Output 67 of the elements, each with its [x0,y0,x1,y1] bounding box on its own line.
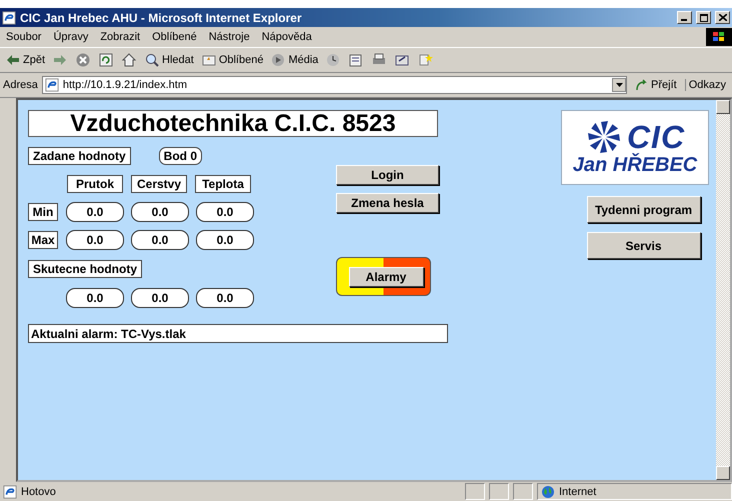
company-logo: CIC Jan HŘEBEC [561,110,709,185]
home-icon [121,52,138,68]
action-button[interactable]: Login [336,165,439,185]
alarms-button[interactable]: Alarmy [348,266,424,286]
menu-item[interactable]: Soubor [0,31,48,43]
value-field[interactable]: 0.0 [66,202,124,222]
search-icon [144,52,160,68]
globe-icon [541,484,555,498]
toolbar-button[interactable]: Média [268,52,320,68]
nav-button[interactable]: Tydenni program [586,196,700,223]
go-arrow-icon [635,78,650,92]
menu-item[interactable]: Nápověda [256,31,318,43]
nav-button[interactable]: Servis [586,232,700,259]
dropdown-icon[interactable] [612,78,626,92]
column-header: Teplota [195,175,251,193]
current-alarm-text: Aktualni alarm: TC-Vys.tlak [28,324,448,343]
row-label: Min [28,203,58,221]
value-field[interactable]: 0.0 [196,230,254,250]
row-label: Max [28,231,58,249]
address-label: Adresa [3,79,38,91]
toolbar-button[interactable]: Hledat [142,52,196,68]
links-button[interactable]: Odkazy [684,79,729,91]
value-field: 0.0 [66,288,124,308]
zone-text: Internet [559,486,596,498]
value-field[interactable]: 0.0 [131,230,189,250]
minimize-button[interactable] [677,11,692,24]
setpoints-label: Zadane hodnoty [28,147,131,165]
history-icon [325,52,342,68]
mail-icon [348,52,364,68]
status-panel [465,483,485,500]
value-field[interactable]: 0.0 [131,202,189,222]
status-panel [489,483,509,500]
forward-icon [52,52,68,68]
media-icon [270,52,286,68]
value-field[interactable]: 0.0 [66,230,124,250]
value-field[interactable]: 0.0 [196,202,254,222]
status-panel [513,483,533,500]
scroll-down-button[interactable] [716,466,730,480]
maximize-icon [700,14,708,22]
status-text: Hotovo [21,486,56,498]
value-field: 0.0 [131,288,189,308]
close-button[interactable] [715,11,730,24]
browser-icon [44,78,59,92]
toolbar-button[interactable]: Zpět [3,52,48,68]
address-field[interactable]: http://10.1.9.21/index.htm [42,76,628,94]
stop-icon [75,52,92,68]
go-button[interactable]: Přejít [631,78,681,92]
menu-item[interactable]: Oblíbené [146,31,203,43]
scroll-up-button[interactable] [716,100,730,114]
maximize-button[interactable] [696,11,711,24]
browser-icon [3,484,17,498]
action-button[interactable]: Zmena hesla [336,193,439,213]
column-header: Prutok [67,175,123,193]
close-icon [718,14,726,21]
actual-values-label: Skutecne hodnoty [28,260,142,278]
menu-item[interactable]: Zobrazit [94,31,146,43]
windows-logo-icon [706,28,732,46]
browser-icon [2,10,16,24]
column-header: Cerstvy [131,175,187,193]
menu-item[interactable]: Úpravy [47,31,94,43]
toolbar-button[interactable]: Oblíbené [198,52,266,68]
refresh-icon [98,52,114,68]
page-title: Vzduchotechnika C.I.C. 8523 [28,110,438,137]
menu-item[interactable]: Nástroje [202,31,256,43]
point-label: Bod 0 [158,147,202,165]
value-field: 0.0 [196,288,254,308]
window-title: CIC Jan Hrebec AHU - Microsoft Internet Explorer [20,10,303,24]
